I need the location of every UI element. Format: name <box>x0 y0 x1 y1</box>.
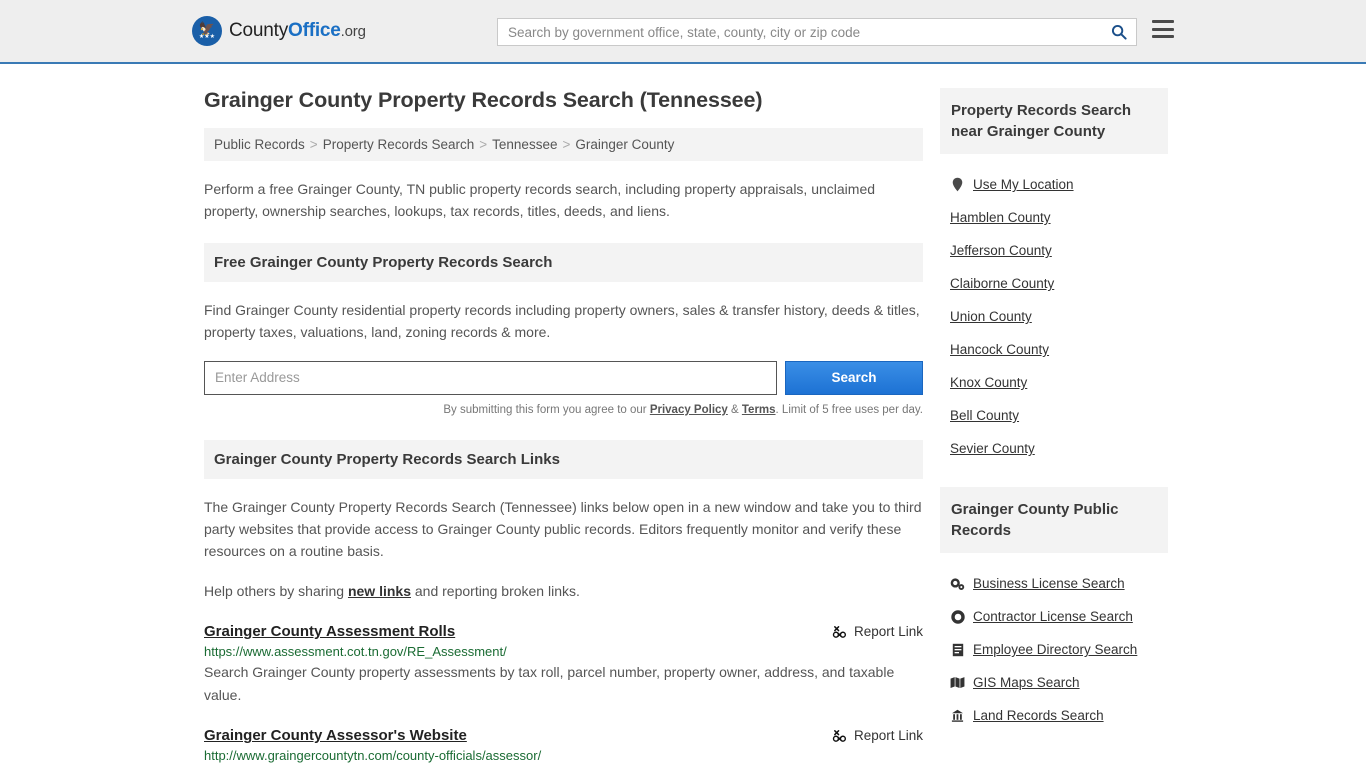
sidebar-item-contractor-license-search[interactable]: Contractor License Search <box>940 600 1168 633</box>
logo-text-office: Office <box>288 20 341 41</box>
hamburger-menu-icon[interactable] <box>1152 20 1174 38</box>
help-post-text: and reporting broken links. <box>411 582 580 599</box>
result-url: https://www.assessment.cot.tn.gov/RE_Ass… <box>204 644 507 660</box>
disclaimer-pre-text: By submitting this form you agree to our <box>443 403 650 416</box>
sidebar-link-business-license-search[interactable]: Business License Search <box>973 576 1125 591</box>
sidebar-card-public-records: Grainger County Public Records Business … <box>940 487 1168 732</box>
global-search-bar[interactable] <box>497 18 1137 46</box>
main-content: Grainger County Property Records Search … <box>204 88 923 768</box>
page-container: Grainger County Property Records Search … <box>0 88 1366 768</box>
map-icon <box>950 676 965 689</box>
sidebar-item-hamblen-county[interactable]: Hamblen County <box>940 201 1168 234</box>
disclaimer-amp: & <box>727 403 742 416</box>
sidebar-card-nearby: Property Records Search near Grainger Co… <box>940 88 1168 465</box>
sidebar-nearby-heading: Property Records Search near Grainger Co… <box>940 88 1168 154</box>
document-icon <box>950 643 965 657</box>
sidebar-link-sevier-county[interactable]: Sevier County <box>950 441 1035 456</box>
links-section: Grainger County Property Records Search … <box>204 439 923 768</box>
sidebar-link-employee-directory-search[interactable]: Employee Directory Search <box>973 642 1137 657</box>
help-pre-text: Help others by sharing <box>204 582 348 599</box>
report-link-button[interactable]: Report Link <box>832 728 923 743</box>
result-item: Grainger County Assessment Rolls Report … <box>204 623 923 706</box>
privacy-policy-link[interactable]: Privacy Policy <box>650 404 728 416</box>
sidebar-item-claiborne-county[interactable]: Claiborne County <box>940 267 1168 300</box>
result-title-link[interactable]: Grainger County Assessor's Website <box>204 727 467 744</box>
breadcrumb-item-property-records-search[interactable]: Property Records Search <box>323 137 475 152</box>
result-description: Search Grainger County property assessme… <box>204 664 895 703</box>
breadcrumb-item-grainger-county[interactable]: Grainger County <box>575 137 674 152</box>
search-icon <box>1111 24 1127 40</box>
terms-link[interactable]: Terms <box>742 404 776 416</box>
free-search-description: Find Grainger County residential propert… <box>204 301 920 341</box>
sidebar-link-bell-county[interactable]: Bell County <box>950 408 1019 423</box>
breadcrumb: Public Records > Property Records Search > T… <box>204 128 923 161</box>
sidebar-item-land-records-search[interactable]: Land Records Search <box>940 699 1168 732</box>
sidebar-link-claiborne-county[interactable]: Claiborne County <box>950 276 1054 291</box>
sidebar-item-union-county[interactable]: Union County <box>940 300 1168 333</box>
sidebar-item-sevier-county[interactable]: Sevier County <box>940 432 1168 465</box>
result-url: http://www.graingercountytn.com/county-o… <box>204 748 542 764</box>
map-pin-icon <box>950 177 965 192</box>
result-title-link[interactable]: Grainger County Assessment Rolls <box>204 623 455 640</box>
breadcrumb-item-public-records[interactable]: Public Records <box>214 137 305 152</box>
sidebar-link-hancock-county[interactable]: Hancock County <box>950 342 1049 357</box>
logo-text-county: County <box>229 20 289 41</box>
gear-icon <box>950 609 965 624</box>
page-title: Grainger County Property Records Search … <box>204 88 763 112</box>
sidebar-item-employee-directory-search[interactable]: Employee Directory Search <box>940 633 1168 666</box>
disclaimer-post-text: . Limit of 5 free uses per day. <box>775 403 923 416</box>
search-button[interactable] <box>1102 19 1136 45</box>
report-link-button[interactable]: Report Link <box>832 624 923 639</box>
links-section-heading: Grainger County Property Records Search … <box>204 439 923 479</box>
breadcrumb-separator: > <box>479 137 488 152</box>
address-search-button[interactable]: Search <box>785 360 923 395</box>
links-section-help-text: Help others by sharing new links and rep… <box>204 580 923 602</box>
sidebar-link-gis-maps-search[interactable]: GIS Maps Search <box>973 675 1080 690</box>
search-input[interactable] <box>498 19 1102 45</box>
address-search-form: Search <box>204 360 923 395</box>
breadcrumb-separator: > <box>562 137 571 152</box>
sidebar-link-jefferson-county[interactable]: Jefferson County <box>950 243 1052 258</box>
sidebar-item-jefferson-county[interactable]: Jefferson County <box>940 234 1168 267</box>
report-link-label: Report Link <box>853 728 923 744</box>
links-section-paragraph: The Grainger County Property Records Sea… <box>204 498 922 560</box>
site-logo[interactable]: 🦅 ★★★ CountyOffice.org <box>192 16 366 46</box>
page-intro-text: Perform a free Grainger County, TN publi… <box>204 181 876 220</box>
sidebar-item-bell-county[interactable]: Bell County <box>940 399 1168 432</box>
site-header: 🦅 ★★★ CountyOffice.org <box>0 0 1366 64</box>
sidebar-link-contractor-license-search[interactable]: Contractor License Search <box>973 609 1133 624</box>
breadcrumb-separator: > <box>309 137 318 152</box>
landmark-icon <box>950 709 965 722</box>
breadcrumb-item-tennessee[interactable]: Tennessee <box>492 137 557 152</box>
free-search-heading: Free Grainger County Property Records Se… <box>204 242 923 282</box>
sidebar-item-gis-maps-search[interactable]: GIS Maps Search <box>940 666 1168 699</box>
county-office-emblem-icon: 🦅 ★★★ <box>192 16 222 46</box>
result-item: Grainger County Assessor's Website Repor… <box>204 727 923 768</box>
logo-text: CountyOffice.org <box>229 20 366 42</box>
broken-link-icon <box>832 730 846 743</box>
sidebar-item-knox-county[interactable]: Knox County <box>940 366 1168 399</box>
sidebar-link-union-county[interactable]: Union County <box>950 309 1032 324</box>
sidebar: Property Records Search near Grainger Co… <box>940 88 1168 768</box>
sidebar-link-land-records-search[interactable]: Land Records Search <box>973 708 1104 723</box>
sidebar-item-use-my-location[interactable]: Use My Location <box>940 168 1168 201</box>
gears-icon <box>950 577 965 591</box>
sidebar-link-knox-county[interactable]: Knox County <box>950 375 1027 390</box>
report-link-label: Report Link <box>853 624 923 640</box>
sidebar-link-hamblen-county[interactable]: Hamblen County <box>950 210 1051 225</box>
sidebar-link-use-my-location[interactable]: Use My Location <box>973 177 1074 192</box>
form-disclaimer: By submitting this form you agree to our… <box>204 404 923 416</box>
address-input[interactable] <box>204 360 777 395</box>
sidebar-public-records-heading: Grainger County Public Records <box>940 487 1168 553</box>
new-links-link[interactable]: new links <box>348 583 411 599</box>
sidebar-item-business-license-search[interactable]: Business License Search <box>940 567 1168 600</box>
sidebar-item-hancock-county[interactable]: Hancock County <box>940 333 1168 366</box>
broken-link-icon <box>832 626 846 638</box>
logo-text-org: .org <box>340 23 366 40</box>
